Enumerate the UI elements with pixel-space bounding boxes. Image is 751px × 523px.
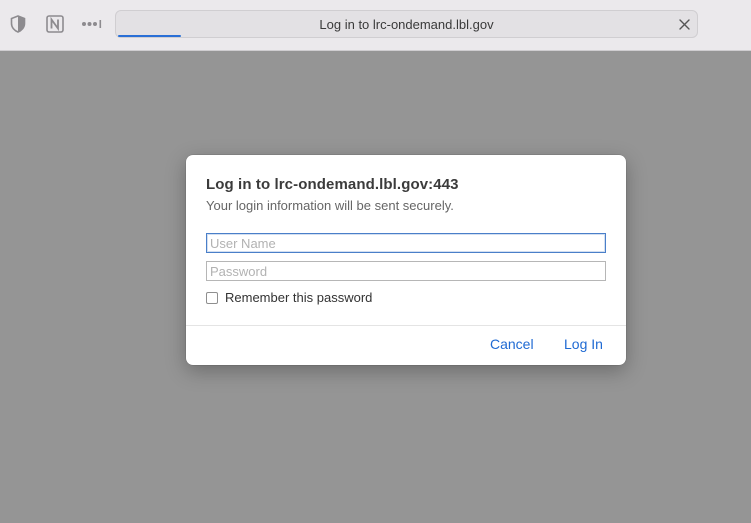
remember-password-label: Remember this password [225,290,373,305]
cancel-button[interactable]: Cancel [490,336,534,352]
dialog-divider [186,325,626,326]
address-bar[interactable]: Log in to lrc-ondemand.lbl.gov [115,10,698,38]
log-in-button[interactable]: Log In [564,336,603,352]
browser-toolbar: Log in to lrc-ondemand.lbl.gov [0,0,751,51]
username-input[interactable] [206,233,606,253]
login-dialog: Log in to lrc-ondemand.lbl.gov:443 Your … [186,155,626,365]
privacy-shield-icon[interactable] [8,14,28,34]
notion-app-icon[interactable] [45,14,65,34]
dialog-title: Log in to lrc-ondemand.lbl.gov:443 [206,176,459,193]
dialog-subtitle: Your login information will be sent secu… [206,198,454,213]
address-bar-title: Log in to lrc-ondemand.lbl.gov [319,17,494,32]
more-dots-icon[interactable] [81,14,103,34]
remember-password-row[interactable]: Remember this password [206,290,372,305]
password-input[interactable] [206,261,606,281]
close-icon[interactable] [677,17,691,31]
remember-password-checkbox[interactable] [206,291,218,304]
page-loading-progress [118,35,181,37]
